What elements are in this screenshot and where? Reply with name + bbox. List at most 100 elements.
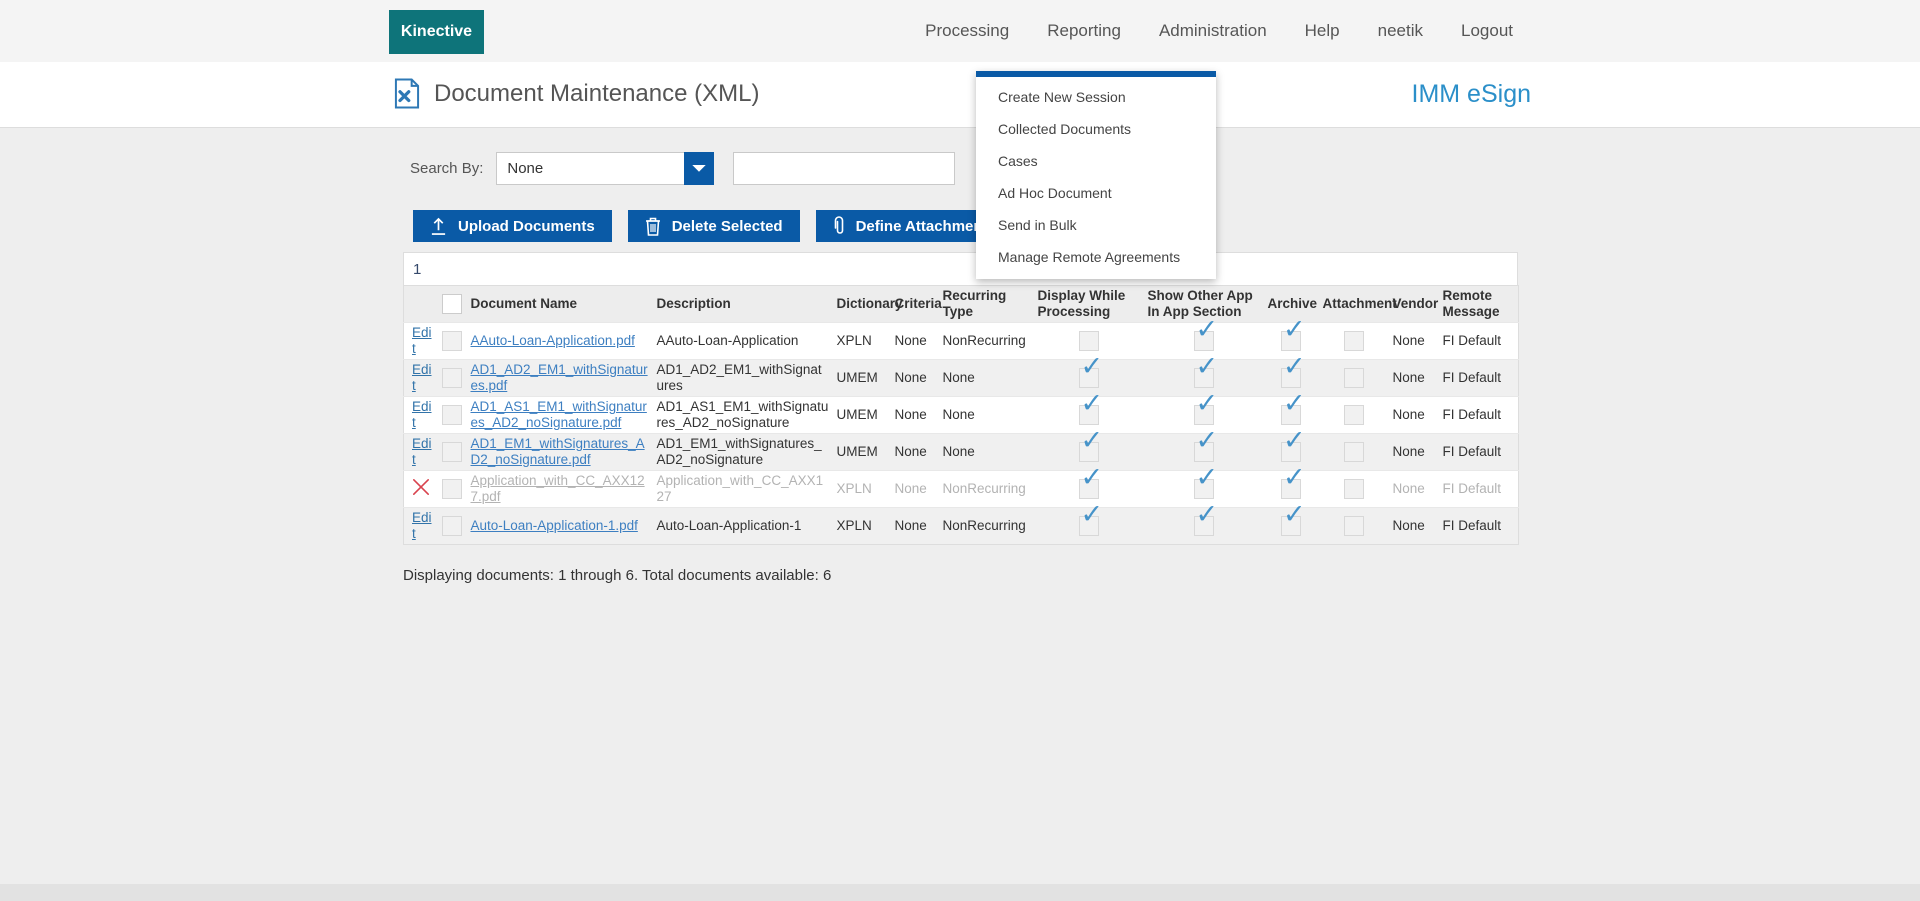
menu-item-create-new-session[interactable]: Create New Session xyxy=(976,81,1216,113)
search-by-select[interactable]: None xyxy=(496,152,715,185)
attachment-checkbox[interactable] xyxy=(1343,368,1364,388)
row-checkbox[interactable] xyxy=(441,368,462,388)
edit-link[interactable]: Edit xyxy=(412,399,432,430)
search-by-label: Search By: xyxy=(410,160,484,177)
dictionary-cell: XPLN xyxy=(836,481,872,496)
description-cell: AAuto-Loan-Application xyxy=(656,333,799,348)
display-while-processing-checkbox[interactable] xyxy=(1078,359,1103,388)
show-other-app-checkbox[interactable] xyxy=(1193,396,1218,425)
row-checkbox[interactable] xyxy=(441,479,462,499)
archive-checkbox[interactable] xyxy=(1281,470,1306,499)
dictionary-cell: XPLN xyxy=(836,518,872,533)
pagination-bar: 1 xyxy=(403,252,1518,285)
row-checkbox[interactable] xyxy=(441,516,462,536)
nav-item-logout[interactable]: Logout xyxy=(1461,21,1513,41)
delete-selected-button[interactable]: Delete Selected xyxy=(627,210,800,242)
recurring-type-cell: NonRecurring xyxy=(942,333,1026,348)
attachment-checkbox[interactable] xyxy=(1343,442,1364,462)
page-number-1[interactable]: 1 xyxy=(413,261,421,278)
archive-checkbox[interactable] xyxy=(1281,433,1306,462)
row-checkbox[interactable] xyxy=(441,405,462,425)
chevron-down-icon[interactable] xyxy=(684,152,715,185)
document-name-link[interactable]: AD1_EM1_withSignatures_AD2_noSignature.p… xyxy=(471,436,645,467)
header-criteria: Criteria xyxy=(894,296,942,311)
header-remote-message: Remote Message xyxy=(1442,288,1500,319)
nav-item-administration[interactable]: Administration xyxy=(1159,21,1267,41)
menu-item-cases[interactable]: Cases xyxy=(976,145,1216,177)
show-other-app-checkbox[interactable] xyxy=(1193,433,1218,462)
show-other-app-checkbox[interactable] xyxy=(1193,507,1218,536)
document-name-link[interactable]: AD1_AS1_EM1_withSignatures_AD2_noSignatu… xyxy=(471,399,647,430)
vendor-cell: None xyxy=(1392,518,1425,533)
display-while-processing-checkbox[interactable] xyxy=(1078,507,1103,536)
page-title: Document Maintenance (XML) xyxy=(393,78,759,109)
table-row: Edit AD1_AD2_EM1_withSignatures.pdf AD1_… xyxy=(403,359,1519,397)
nav-item-help[interactable]: Help xyxy=(1305,21,1340,41)
vendor-cell: None xyxy=(1392,407,1425,422)
attachment-checkbox[interactable] xyxy=(1343,331,1364,351)
header-select-all xyxy=(437,286,467,323)
edit-link[interactable]: Edit xyxy=(412,362,432,393)
dictionary-cell: UMEM xyxy=(836,407,878,422)
recurring-type-cell: None xyxy=(942,370,975,385)
document-name-link[interactable]: Auto-Loan-Application-1.pdf xyxy=(471,518,638,533)
display-while-processing-checkbox[interactable] xyxy=(1078,433,1103,462)
nav-item-processing[interactable]: Processing xyxy=(925,21,1009,41)
criteria-cell: None xyxy=(894,481,927,496)
attachment-checkbox[interactable] xyxy=(1343,405,1364,425)
imm-esign-logo: IMM eSign xyxy=(1411,80,1531,108)
show-other-app-checkbox[interactable] xyxy=(1193,470,1218,499)
bottom-strip xyxy=(0,884,1920,901)
header-dictionary: Dictionary xyxy=(836,296,903,311)
remote-message-cell: FI Default xyxy=(1442,481,1502,496)
main-nav: Processing Reporting Administration Help… xyxy=(925,0,1513,62)
remote-message-cell: FI Default xyxy=(1442,444,1502,459)
edit-link[interactable]: Edit xyxy=(412,436,432,467)
edit-link[interactable]: Edit xyxy=(412,325,432,356)
edit-link[interactable]: Edit xyxy=(412,510,432,541)
select-all-checkbox[interactable] xyxy=(441,294,462,314)
recurring-type-cell: None xyxy=(942,444,975,459)
menu-item-collected-documents[interactable]: Collected Documents xyxy=(976,113,1216,145)
archive-checkbox[interactable] xyxy=(1281,322,1306,351)
document-name-link[interactable]: AAuto-Loan-Application.pdf xyxy=(471,333,635,348)
display-while-processing-checkbox[interactable] xyxy=(1078,331,1099,351)
description-cell: Auto-Loan-Application-1 xyxy=(656,518,802,533)
display-while-processing-checkbox[interactable] xyxy=(1078,470,1103,499)
documents-summary: Displaying documents: 1 through 6. Total… xyxy=(403,567,832,584)
document-tools-icon xyxy=(394,78,420,109)
archive-checkbox[interactable] xyxy=(1281,507,1306,536)
menu-item-send-in-bulk[interactable]: Send in Bulk xyxy=(976,209,1216,241)
upload-icon xyxy=(431,217,446,235)
document-name-link[interactable]: AD1_AD2_EM1_withSignatures.pdf xyxy=(471,362,648,393)
upload-documents-button[interactable]: Upload Documents xyxy=(413,210,612,242)
header-vendor: Vendor xyxy=(1392,296,1439,311)
menu-item-ad-hoc-document[interactable]: Ad Hoc Document xyxy=(976,177,1216,209)
table-row: Edit AAuto-Loan-Application.pdf AAuto-Lo… xyxy=(403,322,1519,360)
table-row: Edit Application_with_CC_AXX127.pdf Appl… xyxy=(403,470,1519,508)
remote-message-cell: FI Default xyxy=(1442,518,1502,533)
attachment-checkbox[interactable] xyxy=(1343,516,1364,536)
show-other-app-checkbox[interactable] xyxy=(1193,359,1218,388)
vendor-cell: None xyxy=(1392,481,1425,496)
kinective-logo[interactable]: Kinective xyxy=(389,10,484,54)
description-cell: AD1_AD2_EM1_withSignatures xyxy=(656,362,822,393)
recurring-type-cell: NonRecurring xyxy=(942,481,1026,496)
document-name-link[interactable]: Application_with_CC_AXX127.pdf xyxy=(471,473,645,504)
show-other-app-checkbox[interactable] xyxy=(1193,322,1218,351)
remote-message-cell: FI Default xyxy=(1442,370,1502,385)
archive-checkbox[interactable] xyxy=(1281,359,1306,388)
archive-checkbox[interactable] xyxy=(1281,396,1306,425)
attachment-checkbox[interactable] xyxy=(1343,479,1364,499)
search-input[interactable] xyxy=(733,152,956,185)
menu-item-manage-remote-agreements[interactable]: Manage Remote Agreements xyxy=(976,241,1216,273)
nav-item-reporting[interactable]: Reporting xyxy=(1047,21,1121,41)
row-checkbox[interactable] xyxy=(441,442,462,462)
display-while-processing-checkbox[interactable] xyxy=(1078,396,1103,425)
dictionary-cell: UMEM xyxy=(836,370,878,385)
header-attachment: Attachment xyxy=(1322,296,1397,311)
table-row: Edit AD1_EM1_withSignatures_AD2_noSignat… xyxy=(403,433,1519,471)
table-header-row: Document Name Description Dictionary Cri… xyxy=(403,285,1519,323)
row-checkbox[interactable] xyxy=(441,331,462,351)
nav-item-user[interactable]: neetik xyxy=(1378,21,1423,41)
